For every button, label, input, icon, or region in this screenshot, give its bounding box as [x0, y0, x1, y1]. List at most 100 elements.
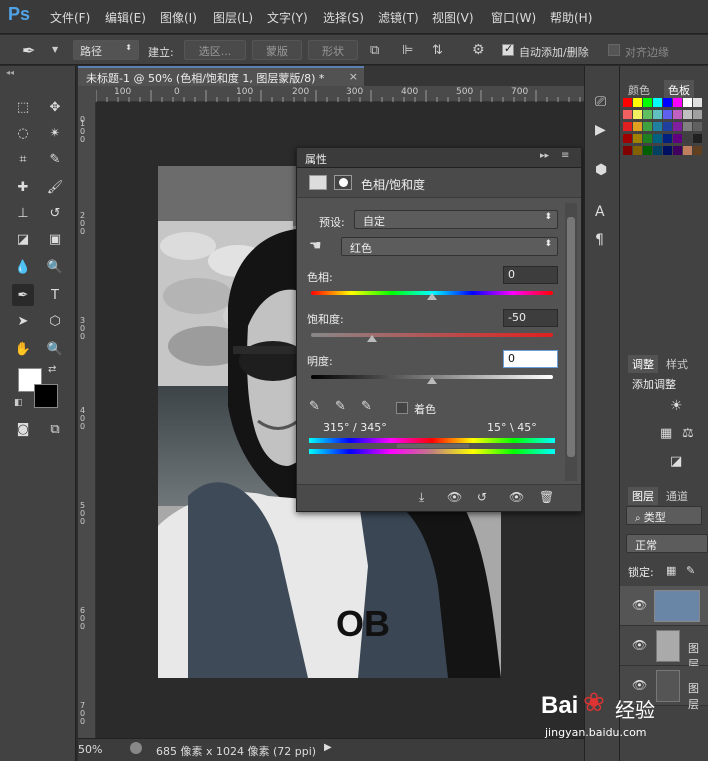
hue-input[interactable]: 0: [503, 266, 558, 284]
crop-tool-icon[interactable]: ⌗: [12, 148, 34, 170]
tab-adjustments[interactable]: 调整: [628, 355, 658, 373]
visibility-eye-icon[interactable]: 👁: [632, 598, 647, 612]
eraser-tool-icon[interactable]: ◪: [12, 228, 34, 250]
saturation-input[interactable]: -50: [503, 309, 558, 327]
color-swatch[interactable]: [673, 110, 682, 119]
history-brush-icon[interactable]: ↺: [44, 202, 66, 224]
color-swatch[interactable]: [653, 122, 662, 131]
color-swatch[interactable]: [633, 110, 642, 119]
history-icon[interactable]: ⎚: [595, 94, 606, 110]
color-swatch[interactable]: [673, 122, 682, 131]
character-icon[interactable]: A: [595, 204, 605, 220]
menu-filter[interactable]: 滤镜(T): [378, 9, 419, 26]
close-icon[interactable]: ×: [349, 70, 358, 83]
eyedropper-minus-icon[interactable]: ✎: [361, 399, 372, 414]
color-swatch[interactable]: [683, 98, 692, 107]
align-edges-checkbox[interactable]: [608, 44, 620, 56]
color-swatch[interactable]: [663, 122, 672, 131]
menu-select[interactable]: 选择(S): [323, 9, 364, 26]
channel-dropdown[interactable]: 红色 ⬍: [341, 237, 558, 256]
shape-button[interactable]: 形状: [308, 40, 358, 60]
healing-brush-icon[interactable]: ✚: [12, 176, 34, 198]
swatches-grid[interactable]: [623, 98, 708, 218]
color-swatch[interactable]: [643, 110, 652, 119]
clip-to-layer-icon[interactable]: ⤓: [419, 490, 424, 505]
3d-cube-icon[interactable]: ⬢: [595, 162, 607, 178]
color-swatch[interactable]: [683, 122, 692, 131]
curves-icon[interactable]: ▦: [660, 426, 672, 441]
color-swatch[interactable]: [683, 110, 692, 119]
swap-colors-icon[interactable]: ⇄: [48, 364, 56, 375]
auto-add-delete-checkbox[interactable]: ✓: [502, 42, 514, 56]
color-swatch[interactable]: [633, 98, 642, 107]
zoom-level[interactable]: 50%: [78, 743, 102, 756]
color-swatch[interactable]: [643, 146, 652, 155]
tab-styles[interactable]: 样式: [666, 356, 688, 372]
zoom-tool-icon[interactable]: 🔍: [44, 338, 66, 360]
color-swatch[interactable]: [643, 122, 652, 131]
dodge-tool-icon[interactable]: 🔍: [44, 256, 66, 278]
collapse-icon[interactable]: ◂◂: [6, 68, 14, 77]
color-swatch[interactable]: [673, 146, 682, 155]
quick-mask-icon[interactable]: ◙: [12, 418, 34, 440]
document-tab[interactable]: 未标题-1 @ 50% (色相/饱和度 1, 图层蒙版/8) * ×: [78, 66, 364, 86]
status-menu-arrow-icon[interactable]: ▶: [324, 742, 332, 753]
lock-pixels-icon[interactable]: ✎: [686, 564, 695, 577]
menu-edit[interactable]: 编辑(E): [105, 9, 146, 26]
color-swatch[interactable]: [693, 98, 702, 107]
chevron-down-icon[interactable]: ▼: [52, 45, 58, 54]
background-color-swatch[interactable]: [34, 384, 58, 408]
gear-icon[interactable]: ⚙: [472, 42, 485, 58]
brightness-icon[interactable]: ☀: [670, 398, 683, 414]
gradient-tool-icon[interactable]: ▣: [44, 228, 66, 250]
menu-file[interactable]: 文件(F): [50, 9, 90, 26]
actions-play-icon[interactable]: ▶: [595, 122, 606, 138]
color-swatch[interactable]: [673, 134, 682, 143]
blur-tool-icon[interactable]: 💧: [12, 256, 34, 278]
horizontal-ruler[interactable]: 100 0 100 200 300 400 500 700: [96, 86, 584, 102]
saturation-slider-thumb[interactable]: [367, 335, 377, 342]
color-swatch[interactable]: [663, 146, 672, 155]
collapse-panel-icon[interactable]: ▸▸: [540, 151, 549, 161]
tab-channels[interactable]: 通道: [666, 488, 688, 504]
saturation-slider-track[interactable]: [311, 333, 553, 337]
lasso-tool-icon[interactable]: ◌: [12, 122, 34, 144]
color-swatch[interactable]: [693, 110, 702, 119]
color-swatch[interactable]: [653, 146, 662, 155]
eyedropper-tool-icon[interactable]: ✎: [44, 148, 66, 170]
tab-color[interactable]: 颜色: [628, 82, 650, 98]
status-info-icon[interactable]: [130, 742, 142, 754]
layer-mask-icon[interactable]: [334, 175, 352, 190]
hand-tool-icon[interactable]: ✋: [12, 338, 34, 360]
color-swatch[interactable]: [673, 98, 682, 107]
view-previous-icon[interactable]: 👁: [447, 490, 462, 504]
layer-row[interactable]: 👁 图层: [620, 626, 708, 671]
color-swatch[interactable]: [623, 110, 632, 119]
eyedropper-icon[interactable]: ✎: [309, 399, 320, 414]
visibility-icon[interactable]: 👁: [509, 490, 524, 504]
colorize-checkbox[interactable]: [396, 402, 408, 414]
preset-dropdown[interactable]: 自定 ⬍: [354, 210, 558, 229]
color-swatch[interactable]: [623, 122, 632, 131]
ruler-origin[interactable]: [78, 86, 96, 102]
tab-layers[interactable]: 图层: [628, 487, 658, 505]
selection-button[interactable]: 选区...: [184, 40, 246, 60]
lock-transparency-icon[interactable]: ▦: [666, 564, 676, 577]
panel-menu-icon[interactable]: ≡: [561, 150, 569, 161]
menu-layer[interactable]: 图层(L): [213, 9, 253, 26]
color-swatch[interactable]: [693, 134, 702, 143]
menu-help[interactable]: 帮助(H): [550, 9, 592, 26]
color-swatch[interactable]: [663, 110, 672, 119]
eyedropper-plus-icon[interactable]: ✎: [335, 399, 346, 414]
blend-mode-dropdown[interactable]: 正常: [626, 534, 708, 553]
layer-kind-filter[interactable]: ⌕ 类型: [626, 506, 702, 525]
color-swatch[interactable]: [663, 98, 672, 107]
paragraph-icon[interactable]: ¶: [595, 232, 604, 248]
mask-button[interactable]: 蒙版: [252, 40, 302, 60]
color-swatch[interactable]: [683, 134, 692, 143]
adjustment-layer-icon[interactable]: [309, 175, 327, 190]
color-swatch[interactable]: [623, 98, 632, 107]
delete-icon[interactable]: 🗑: [539, 490, 554, 504]
screen-mode-icon[interactable]: ⧉: [44, 418, 66, 440]
menu-view[interactable]: 视图(V): [432, 9, 474, 26]
